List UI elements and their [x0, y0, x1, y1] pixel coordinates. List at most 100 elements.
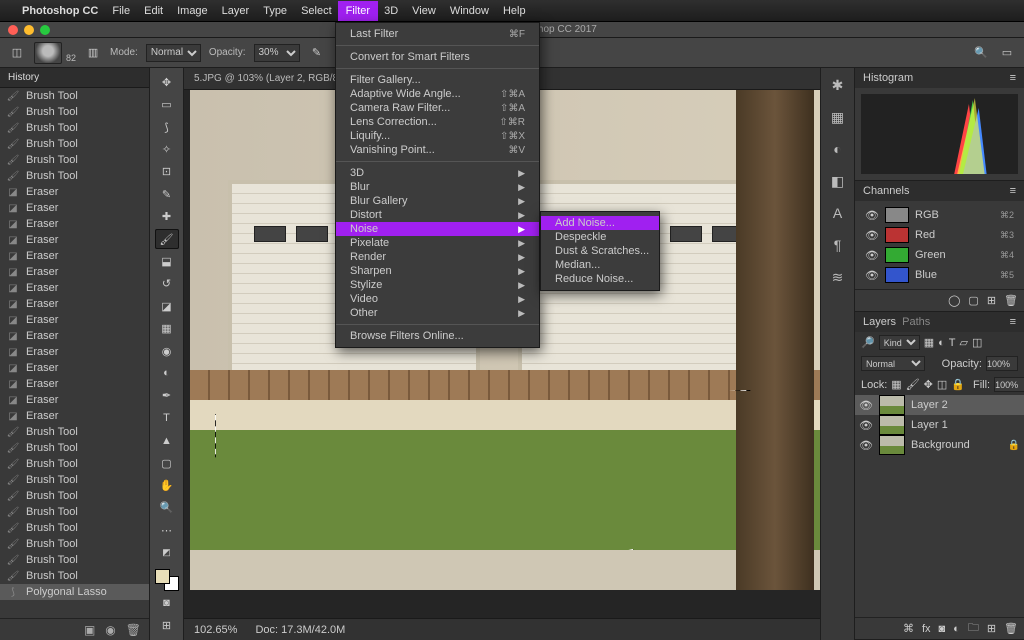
close-window-button[interactable] [8, 25, 18, 35]
layer-fill-input[interactable] [994, 377, 1024, 392]
workspace-icon[interactable]: ▭ [998, 44, 1016, 62]
opacity-select[interactable]: 30% [254, 44, 300, 62]
history-item[interactable]: 🖌Brush Tool [0, 504, 149, 520]
brush-tool[interactable]: 🖌 [155, 229, 179, 249]
history-item[interactable]: 🖌Brush Tool [0, 552, 149, 568]
history-item[interactable]: ◪Eraser [0, 200, 149, 216]
history-item[interactable]: 🖌Brush Tool [0, 88, 149, 104]
default-colors-icon[interactable]: ◩ [155, 543, 179, 563]
crop-tool[interactable]: ⊡ [155, 162, 179, 182]
link-layers-icon[interactable]: ⌘ [903, 622, 914, 635]
layer-row[interactable]: 👁Layer 1 [855, 415, 1024, 435]
menu-item[interactable]: Liquify...⇧⌘X [336, 129, 539, 143]
layer-blend-select[interactable]: Normal [861, 356, 925, 371]
history-item[interactable]: ◪Eraser [0, 360, 149, 376]
load-selection-icon[interactable]: ◯ [948, 294, 960, 307]
history-item[interactable]: ◪Eraser [0, 392, 149, 408]
filter-smart-icon[interactable]: ◫ [972, 336, 982, 349]
zoom-window-button[interactable] [40, 25, 50, 35]
new-channel-icon[interactable]: ⊞ [987, 294, 996, 307]
eyedropper-tool[interactable]: ✎ [155, 184, 179, 204]
visibility-icon[interactable]: 👁 [859, 419, 873, 432]
layer-group-icon[interactable]: 🗀 [968, 619, 979, 638]
menu-item[interactable]: Camera Raw Filter...⇧⌘A [336, 101, 539, 115]
menu-item[interactable]: Blur Gallery▶ [336, 194, 539, 208]
shape-tool[interactable]: ▢ [155, 453, 179, 473]
visibility-icon[interactable]: 👁 [865, 229, 879, 242]
history-item[interactable]: ◪Eraser [0, 312, 149, 328]
channel-row[interactable]: 👁Blue⌘5 [861, 265, 1018, 285]
menu-layer[interactable]: Layer [222, 5, 250, 17]
search-icon[interactable]: 🔍 [972, 44, 990, 62]
menu-item[interactable]: Blur▶ [336, 180, 539, 194]
channels-tab[interactable]: Channels [863, 185, 909, 197]
paragraph-panel-icon[interactable]: ¶ [827, 234, 849, 256]
visibility-icon[interactable]: 👁 [859, 439, 873, 452]
menu-item[interactable]: Render▶ [336, 250, 539, 264]
menu-type[interactable]: Type [263, 5, 287, 17]
history-item[interactable]: ◪Eraser [0, 280, 149, 296]
brush-settings-icon[interactable]: ▥ [84, 44, 102, 62]
history-item[interactable]: 🖌Brush Tool [0, 488, 149, 504]
menu-item[interactable]: Sharpen▶ [336, 264, 539, 278]
menu-select[interactable]: Select [301, 5, 332, 17]
menu-view[interactable]: View [412, 5, 436, 17]
layer-fx-icon[interactable]: fx [922, 623, 931, 635]
menu-browse-filters[interactable]: Browse Filters Online... [336, 329, 539, 343]
swatches-panel-icon[interactable]: ▦ [827, 106, 849, 128]
history-item[interactable]: ◪Eraser [0, 232, 149, 248]
save-selection-icon[interactable]: ▢ [968, 294, 978, 307]
history-item[interactable]: 🖌Brush Tool [0, 440, 149, 456]
menu-item[interactable]: Filter Gallery... [336, 73, 539, 87]
panel-menu-icon[interactable]: ≡ [1010, 316, 1016, 328]
history-item[interactable]: ⟆Polygonal Lasso [0, 584, 149, 600]
submenu-item[interactable]: Add Noise... [541, 216, 659, 230]
history-item[interactable]: 🖌Brush Tool [0, 168, 149, 184]
menu-edit[interactable]: Edit [144, 5, 163, 17]
history-item[interactable]: ◪Eraser [0, 248, 149, 264]
layer-opacity-input[interactable] [986, 356, 1018, 371]
menu-filter[interactable]: Filter [338, 1, 378, 21]
history-item[interactable]: ◪Eraser [0, 408, 149, 424]
panel-menu-icon[interactable]: ≡ [1010, 185, 1016, 197]
color-panel-icon[interactable]: ✱ [827, 74, 849, 96]
channel-row[interactable]: 👁Red⌘3 [861, 225, 1018, 245]
submenu-item[interactable]: Despeckle [541, 230, 659, 244]
filter-pixel-icon[interactable]: ▦ [924, 336, 934, 349]
history-item[interactable]: 🖌Brush Tool [0, 136, 149, 152]
submenu-item[interactable]: Median... [541, 258, 659, 272]
blend-mode-select[interactable]: Normal [146, 44, 201, 62]
filter-type-icon[interactable]: T [949, 337, 956, 349]
eraser-tool[interactable]: ◪ [155, 296, 179, 316]
paths-tab[interactable]: Paths [902, 316, 930, 328]
layer-row[interactable]: 👁Background🔒 [855, 435, 1024, 455]
menu-file[interactable]: File [112, 5, 130, 17]
menu-item[interactable]: Lens Correction...⇧⌘R [336, 115, 539, 129]
menu-item[interactable]: Vanishing Point...⌘V [336, 143, 539, 157]
history-item[interactable]: 🖌Brush Tool [0, 472, 149, 488]
adjustments-panel-icon[interactable]: ◐ [827, 138, 849, 160]
menu-help[interactable]: Help [503, 5, 526, 17]
layer-filter-select[interactable]: Kind [879, 335, 920, 350]
history-item[interactable]: ◪Eraser [0, 376, 149, 392]
history-item[interactable]: ◪Eraser [0, 184, 149, 200]
new-layer-icon[interactable]: ⊞ [987, 622, 996, 635]
lasso-tool[interactable]: ⟆ [155, 117, 179, 137]
delete-channel-icon[interactable]: 🗑 [1004, 294, 1018, 307]
history-item[interactable]: ◪Eraser [0, 328, 149, 344]
gradient-tool[interactable]: ▦ [155, 318, 179, 338]
foreground-color[interactable] [155, 569, 170, 584]
menu-item[interactable]: Adaptive Wide Angle...⇧⌘A [336, 87, 539, 101]
layer-row[interactable]: 👁Layer 2 [855, 395, 1024, 415]
hand-tool[interactable]: ✋ [155, 475, 179, 495]
menu-3d[interactable]: 3D [384, 5, 398, 17]
visibility-icon[interactable]: 👁 [859, 399, 873, 412]
zoom-tool[interactable]: 🔍 [155, 498, 179, 518]
adjustment-layer-icon[interactable]: ◐ [953, 623, 960, 635]
doc-size[interactable]: Doc: 17.3M/42.0M [255, 624, 345, 636]
history-brush-tool[interactable]: ↺ [155, 274, 179, 294]
history-list[interactable]: 🖌Brush Tool🖌Brush Tool🖌Brush Tool🖌Brush … [0, 88, 149, 618]
zoom-value[interactable]: 102.65% [194, 624, 237, 636]
brush-preview[interactable] [34, 42, 62, 64]
minimize-window-button[interactable] [24, 25, 34, 35]
